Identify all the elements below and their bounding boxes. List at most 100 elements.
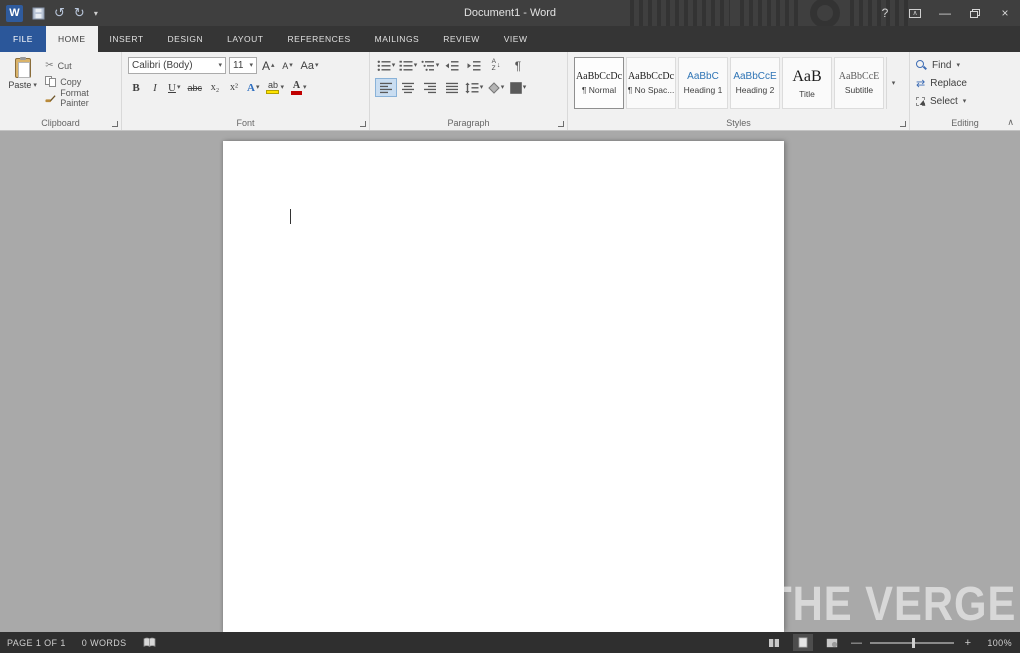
- font-size-combobox[interactable]: 11▾: [229, 57, 257, 74]
- dialog-launcher-icon[interactable]: [900, 121, 906, 127]
- chevron-down-icon[interactable]: ▾: [523, 84, 527, 91]
- dialog-launcher-icon[interactable]: [360, 121, 366, 127]
- text-highlight-button[interactable]: ab ▾: [264, 79, 286, 96]
- cut-button[interactable]: ✂ Cut: [45, 59, 115, 72]
- zoom-slider-thumb[interactable]: [912, 638, 915, 648]
- numbering-button[interactable]: ▾: [398, 57, 418, 74]
- borders-button[interactable]: ▾: [508, 79, 528, 96]
- shrink-font-button[interactable]: A▾: [280, 57, 296, 74]
- dialog-launcher-icon[interactable]: [558, 121, 564, 127]
- line-spacing-button[interactable]: ▾: [464, 79, 484, 96]
- style-heading-1[interactable]: AaBbC Heading 1: [678, 57, 728, 109]
- italic-button[interactable]: I: [147, 79, 163, 96]
- collapse-ribbon-button[interactable]: ∧: [1007, 117, 1014, 128]
- styles-more-button[interactable]: ▾: [886, 57, 900, 109]
- style-title[interactable]: AaB Title: [782, 57, 832, 109]
- minimize-button[interactable]: —: [930, 0, 960, 26]
- font-color-icon: A: [291, 81, 302, 95]
- customize-qat-chevron-down-icon[interactable]: ▾: [94, 9, 98, 18]
- print-layout-icon: [798, 637, 808, 648]
- multilevel-list-button[interactable]: ▾: [420, 57, 440, 74]
- paste-button[interactable]: Paste▾: [6, 57, 39, 104]
- chevron-down-icon[interactable]: ▾: [963, 98, 967, 105]
- save-icon[interactable]: [32, 7, 45, 20]
- tab-mailings[interactable]: MAILINGS: [363, 26, 432, 52]
- subscript-button[interactable]: x₂: [207, 79, 223, 96]
- align-center-button[interactable]: [398, 79, 418, 96]
- strikethrough-button[interactable]: abc: [185, 79, 204, 96]
- tab-references[interactable]: REFERENCES: [276, 26, 363, 52]
- chevron-down-icon[interactable]: ▾: [501, 84, 505, 91]
- align-right-button[interactable]: [420, 79, 440, 96]
- tab-insert[interactable]: INSERT: [98, 26, 156, 52]
- copy-button[interactable]: Copy: [45, 75, 115, 88]
- read-mode-button[interactable]: [764, 634, 784, 651]
- chevron-down-icon[interactable]: ▾: [177, 84, 181, 91]
- style-preview: AaBbCcE: [839, 71, 880, 82]
- tab-review[interactable]: REVIEW: [431, 26, 492, 52]
- page-count-indicator[interactable]: PAGE 1 OF 1: [7, 638, 66, 648]
- select-cursor-icon: [916, 97, 925, 106]
- chevron-down-icon[interactable]: ▾: [249, 62, 253, 69]
- zoom-out-button[interactable]: —: [851, 637, 861, 649]
- align-left-button[interactable]: [376, 79, 396, 96]
- chevron-down-icon[interactable]: ▾: [436, 62, 440, 69]
- justify-button[interactable]: [442, 79, 462, 96]
- zoom-level[interactable]: 100%: [982, 638, 1012, 648]
- style-normal[interactable]: AaBbCcDc ¶ Normal: [574, 57, 624, 109]
- chevron-down-icon[interactable]: ▾: [956, 62, 960, 69]
- sort-button[interactable]: AZ ↓: [486, 57, 506, 74]
- increase-indent-button[interactable]: [464, 57, 484, 74]
- tab-home[interactable]: HOME: [46, 26, 98, 52]
- ribbon-tab-row: FILE HOME INSERT DESIGN LAYOUT REFERENCE…: [0, 26, 1020, 52]
- zoom-slider[interactable]: [870, 642, 954, 644]
- tab-design[interactable]: DESIGN: [156, 26, 216, 52]
- chevron-down-icon[interactable]: ▾: [256, 84, 260, 91]
- style-heading-2[interactable]: AaBbCcE Heading 2: [730, 57, 780, 109]
- decrease-indent-button[interactable]: [442, 57, 462, 74]
- document-page[interactable]: [223, 141, 784, 632]
- underline-button[interactable]: U▾: [166, 79, 182, 96]
- shading-button[interactable]: ▾: [486, 79, 506, 96]
- chevron-down-icon[interactable]: ▾: [392, 62, 396, 69]
- redo-icon[interactable]: ↻: [74, 0, 85, 26]
- change-case-button[interactable]: Aa▾: [299, 57, 321, 74]
- web-layout-button[interactable]: [822, 634, 842, 651]
- tab-layout[interactable]: LAYOUT: [215, 26, 275, 52]
- chevron-down-icon[interactable]: ▾: [414, 62, 418, 69]
- word-count-indicator[interactable]: 0 WORDS: [82, 638, 127, 648]
- dialog-launcher-icon[interactable]: [112, 121, 118, 127]
- ribbon-display-options-button[interactable]: ∧: [900, 0, 930, 26]
- style-no-spacing[interactable]: AaBbCcDc ¶ No Spac...: [626, 57, 676, 109]
- find-button[interactable]: Find ▾: [916, 58, 1014, 73]
- replace-button[interactable]: ⇄ Replace: [916, 76, 1014, 91]
- font-color-button[interactable]: A ▾: [289, 79, 309, 96]
- copy-label: Copy: [60, 77, 81, 87]
- tab-file[interactable]: FILE: [0, 26, 46, 52]
- format-painter-button[interactable]: Format Painter: [45, 91, 115, 104]
- grow-font-icon: A: [262, 59, 270, 73]
- superscript-button[interactable]: x²: [226, 79, 242, 96]
- help-button[interactable]: ?: [870, 0, 900, 26]
- font-name-combobox[interactable]: Calibri (Body)▾: [128, 57, 226, 74]
- titlebar: W ↺ ↻ ▾ Document1 - Word ? ∧ — ×: [0, 0, 1020, 26]
- zoom-in-button[interactable]: +: [963, 637, 973, 649]
- chevron-down-icon[interactable]: ▾: [218, 62, 222, 69]
- proofing-icon[interactable]: [143, 637, 156, 648]
- text-effects-button[interactable]: A▾: [245, 79, 261, 96]
- print-layout-button[interactable]: [793, 634, 813, 651]
- select-button[interactable]: Select ▾: [916, 94, 1014, 109]
- chevron-down-icon[interactable]: ▾: [303, 84, 307, 91]
- chevron-down-icon[interactable]: ▾: [280, 84, 284, 91]
- bullets-button[interactable]: ▾: [376, 57, 396, 74]
- style-subtitle[interactable]: AaBbCcE Subtitle: [834, 57, 884, 109]
- word-app-icon[interactable]: W: [6, 5, 23, 22]
- undo-icon[interactable]: ↺: [54, 0, 65, 26]
- restore-button[interactable]: [960, 0, 990, 26]
- bold-button[interactable]: B: [128, 79, 144, 96]
- chevron-down-icon[interactable]: ▾: [480, 84, 484, 91]
- close-button[interactable]: ×: [990, 0, 1020, 26]
- show-hide-pilcrow-button[interactable]: ¶: [508, 57, 528, 74]
- grow-font-button[interactable]: A▴: [260, 57, 277, 74]
- tab-view[interactable]: VIEW: [492, 26, 540, 52]
